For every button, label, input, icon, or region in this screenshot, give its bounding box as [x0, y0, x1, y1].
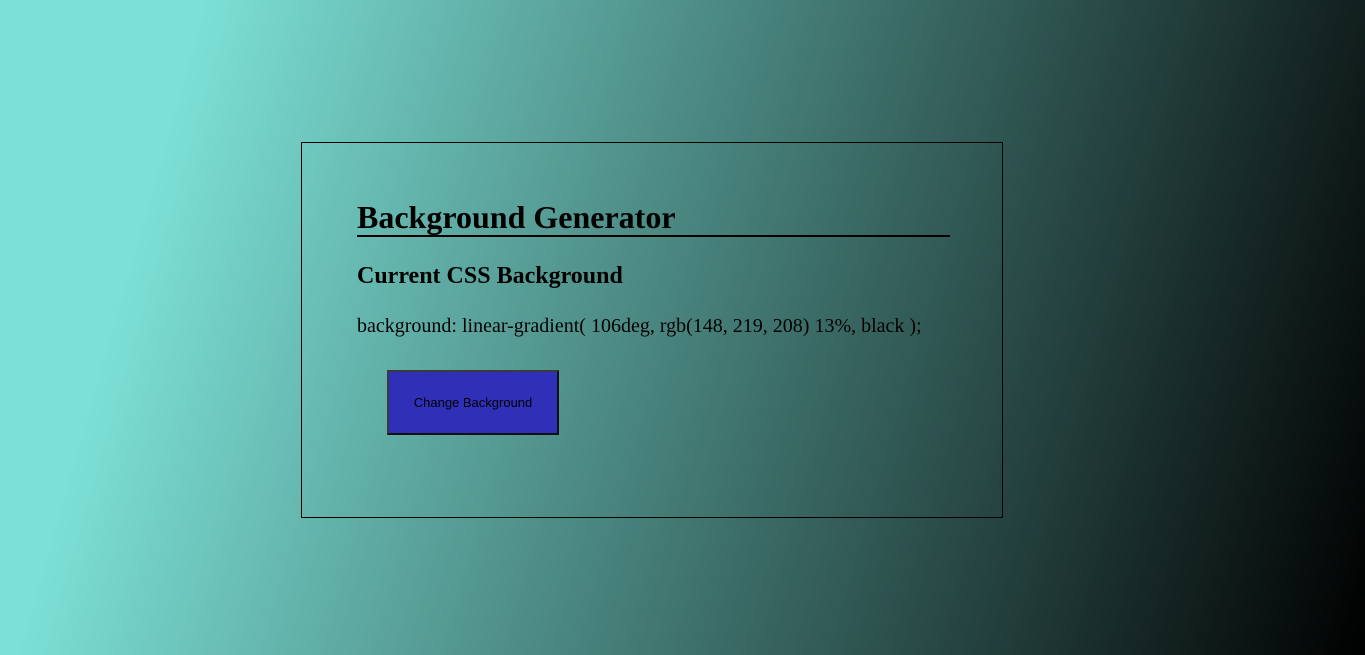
- section-subtitle: Current CSS Background: [357, 263, 623, 289]
- css-background-text: background: linear-gradient( 106deg, rgb…: [357, 315, 922, 337]
- page-title: Background Generator: [357, 199, 950, 237]
- generator-card: Background Generator Current CSS Backgro…: [301, 142, 1003, 518]
- change-background-button[interactable]: Change Background: [387, 370, 559, 435]
